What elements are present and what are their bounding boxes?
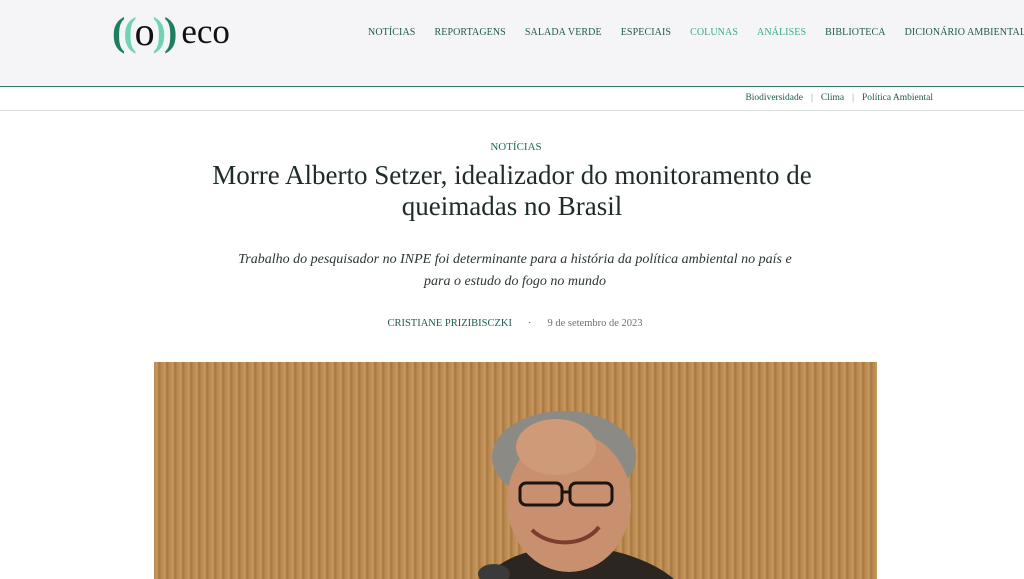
nav-item-dicionario-ambiental[interactable]: DICIONÁRIO AMBIENTAL <box>905 27 1024 38</box>
article-meta: CRISTIANE PRIZIBISCZKI · 9 de setembro d… <box>0 318 1024 329</box>
article-date: 9 de setembro de 2023 <box>547 318 643 329</box>
nav-item-reportagens[interactable]: REPORTAGENS <box>434 27 505 38</box>
subnav-divider <box>0 110 1024 111</box>
article-category[interactable]: NOTÍCIAS <box>0 141 1024 153</box>
nav-item-analises[interactable]: ANÁLISES <box>757 27 806 38</box>
nav-item-noticias[interactable]: NOTÍCIAS <box>368 27 415 38</box>
article-author[interactable]: CRISTIANE PRIZIBISCZKI <box>387 318 512 329</box>
article-title: Morre Alberto Setzer, idealizador do mon… <box>212 160 812 221</box>
nav-item-especiais[interactable]: ESPECIAIS <box>621 27 671 38</box>
main-nav: NOTÍCIAS REPORTAGENS SALADA VERDE ESPECI… <box>368 27 1024 38</box>
subnav-separator: | <box>852 93 855 103</box>
logo-mark: ((o)) <box>112 9 177 54</box>
topic-subnav: Biodiversidade | Clima | Política Ambien… <box>745 93 933 103</box>
subnav-item-biodiversidade[interactable]: Biodiversidade <box>745 93 803 103</box>
portrait-photo <box>478 411 674 579</box>
subnav-item-clima[interactable]: Clima <box>821 93 844 103</box>
site-logo[interactable]: ((o)) eco <box>112 9 230 55</box>
meta-separator: · <box>527 318 532 329</box>
article-lead: Trabalho do pesquisador no INPE foi dete… <box>238 252 792 289</box>
header-divider <box>0 86 1024 87</box>
nav-item-biblioteca[interactable]: BIBLIOTECA <box>825 27 885 38</box>
article-hero-image <box>154 362 877 579</box>
subnav-item-politica-ambiental[interactable]: Política Ambiental <box>862 93 933 103</box>
nav-item-colunas[interactable]: COLUNAS <box>690 27 738 38</box>
subnav-separator: | <box>810 93 813 103</box>
nav-item-salada-verde[interactable]: SALADA VERDE <box>525 27 602 38</box>
logo-word: eco <box>181 12 230 51</box>
